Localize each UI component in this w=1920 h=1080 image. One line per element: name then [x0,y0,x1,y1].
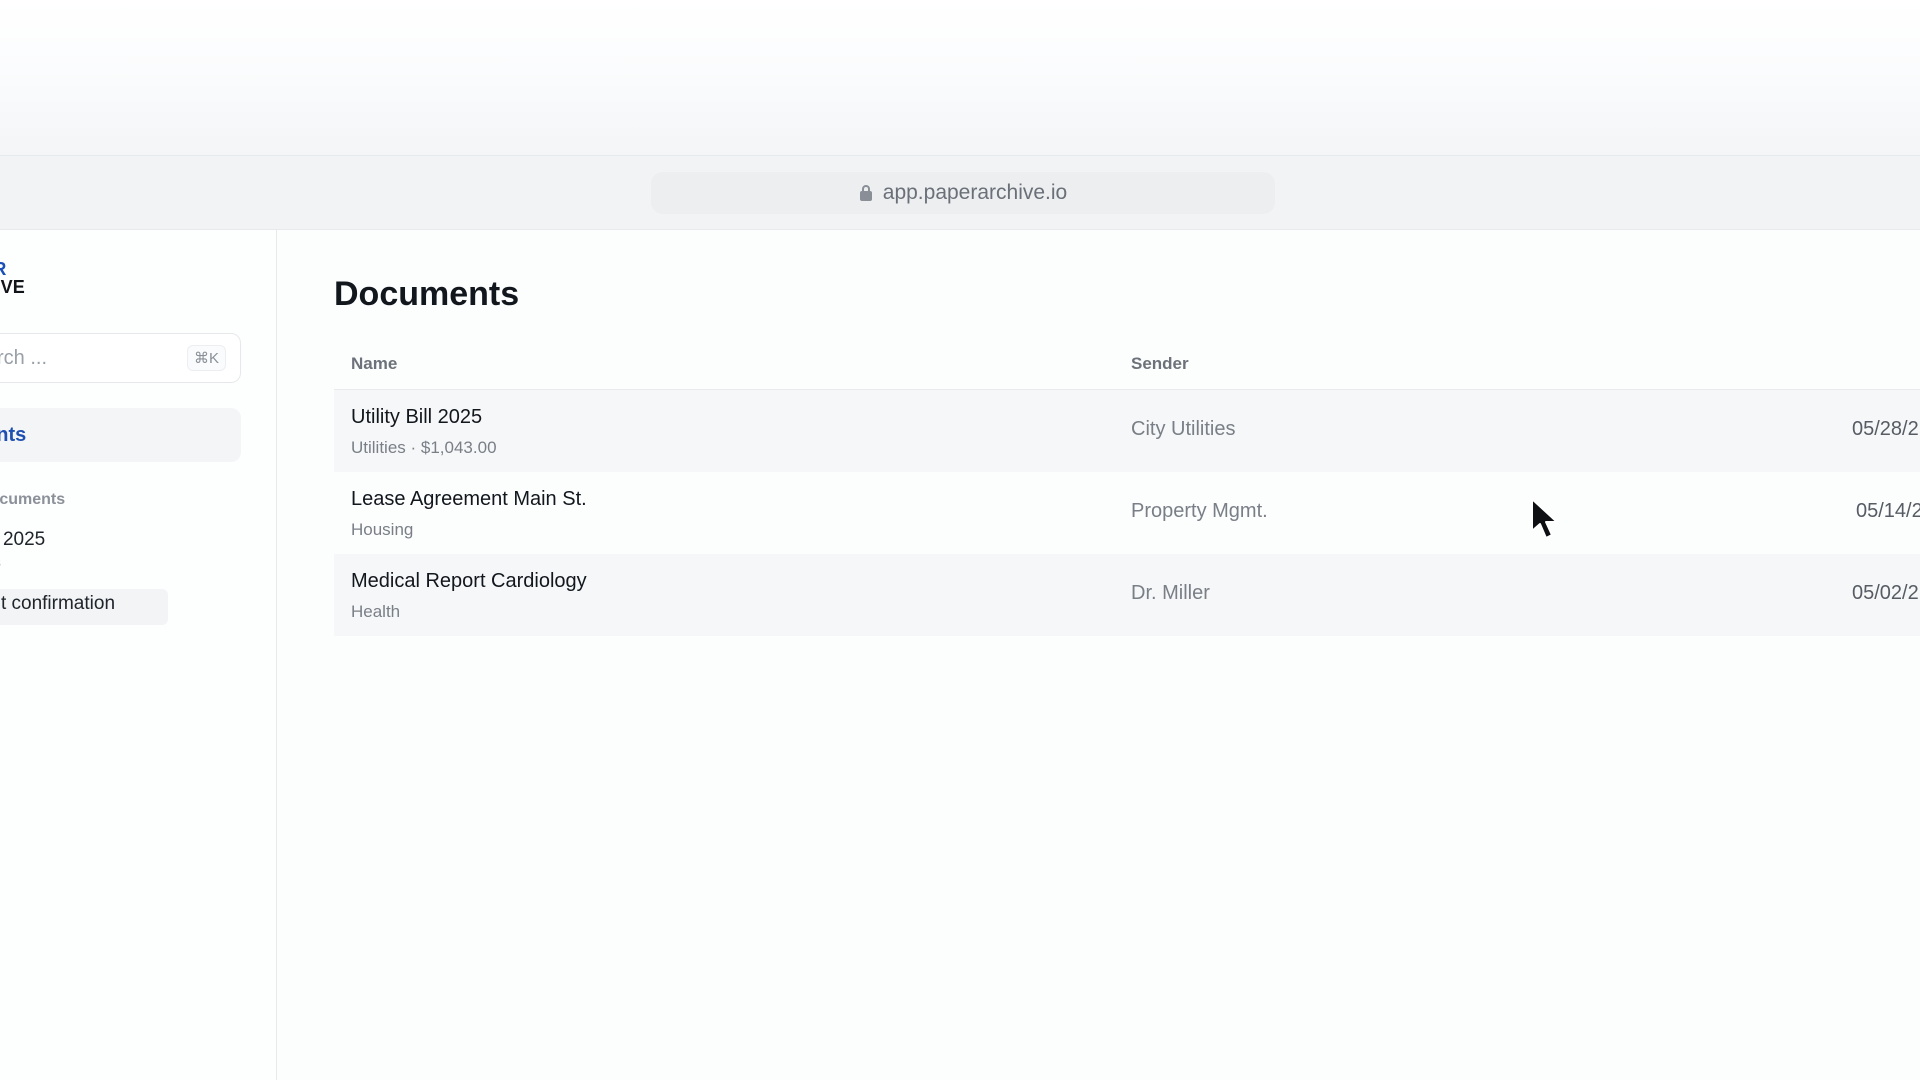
recent-documents-heading: t documents [0,491,66,508]
window-top-area [0,0,1920,156]
document-name: Lease Agreement Main St. [351,488,587,510]
search-placeholder: rch ... [0,346,48,369]
document-sender: Property Mgmt. [1131,500,1268,522]
column-header-sender[interactable]: Sender [1131,354,1189,374]
app-logo[interactable]: PER CHIVE [0,260,109,296]
document-date: 05/02/2 [1852,582,1919,604]
documents-table: Name Sender Utility Bill 2025 Utilities … [334,340,1920,636]
document-meta: Utilities · $1,043.00 [351,438,497,457]
document-meta: Health [351,602,401,621]
main-content: Documents Name Sender Utility Bill 2025 … [278,230,1920,1080]
recent-document-title: ment confirmation [0,593,116,614]
search-shortcut-badge: ⌘K [186,345,226,371]
document-date: 05/14/2 [1856,500,1920,522]
table-row[interactable]: Utility Bill 2025 Utilities · $1,043.00 … [334,390,1920,472]
document-name: Medical Report Cardiology [351,570,587,592]
mouse-pointer-icon [1531,498,1558,539]
column-header-name[interactable]: Name [351,354,397,374]
recent-document-item[interactable]: ill 2025 es [0,529,245,571]
document-date: 05/28/2 [1852,418,1919,440]
recent-document-subtitle: es [0,554,245,571]
address-bar: app.paperarchive.io [0,156,1920,230]
url-text: app.paperarchive.io [882,181,1068,204]
sidebar: PER CHIVE rch ... ⌘K cuments t documents… [0,230,277,1080]
recent-document-title: ill 2025 [0,529,46,550]
table-header: Name Sender [334,340,1920,390]
table-row[interactable]: Medical Report Cardiology Health Dr. Mil… [334,554,1920,636]
table-row[interactable]: Lease Agreement Main St. Housing Propert… [334,472,1920,554]
document-sender: City Utilities [1131,418,1236,440]
lock-icon [859,185,872,201]
search-input[interactable]: rch ... ⌘K [0,333,241,383]
logo-line-1: PER [0,260,109,278]
sidebar-item-documents[interactable]: cuments [0,408,241,462]
page-title: Documents [334,275,520,313]
sidebar-item-label: cuments [0,423,27,446]
document-meta: Housing [351,520,414,539]
url-field[interactable]: app.paperarchive.io [651,172,1275,214]
document-name: Utility Bill 2025 [351,406,483,428]
document-sender: Dr. Miller [1131,582,1210,604]
recent-document-item[interactable]: ment confirmation [0,593,224,615]
logo-line-2: CHIVE [0,277,26,297]
